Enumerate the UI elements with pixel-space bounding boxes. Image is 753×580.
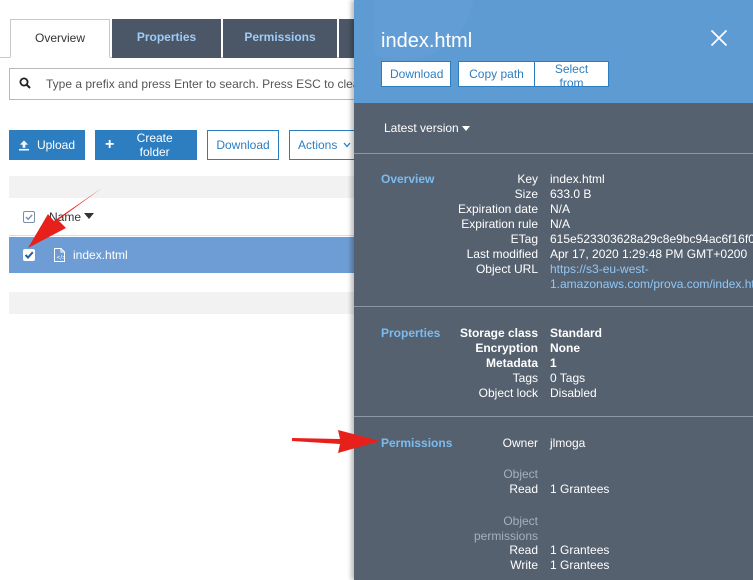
tab-properties[interactable]: Properties <box>112 19 221 58</box>
expiration-rule-label: Expiration rule <box>461 217 538 231</box>
size-label: Size <box>514 187 538 201</box>
object-read-value: 1 Grantees <box>550 482 610 496</box>
create-folder-button[interactable]: + Create folder <box>95 130 197 160</box>
owner-value: jlmoga <box>550 436 586 450</box>
etag-label: ETag <box>510 232 538 246</box>
panel-title: index.html <box>381 30 473 52</box>
key-value: index.html <box>550 172 605 186</box>
svg-text:</>: </> <box>56 255 65 261</box>
upload-icon <box>19 140 29 150</box>
version-selector[interactable]: Latest version <box>384 121 459 135</box>
object-lock-value: Disabled <box>550 386 597 400</box>
expiration-date-label: Expiration date <box>457 202 538 216</box>
plus-icon: + <box>105 136 115 153</box>
expiration-date-value: N/A <box>550 202 571 216</box>
tab-bar: Overview Properties Permissions <box>0 0 369 58</box>
divider <box>354 153 753 154</box>
tags-label: Tags <box>512 371 538 385</box>
panel-download-button[interactable]: Download <box>381 61 451 87</box>
object-details-panel: index.html Download Copy path Select fro… <box>354 0 753 580</box>
list-footer-strip <box>9 292 369 314</box>
encryption-value: None <box>550 341 580 355</box>
etag-value: 615e523303628a29c8e9bc94ac6f16f0 <box>550 232 753 246</box>
object-read-label: Read <box>509 482 538 496</box>
tab-permissions[interactable]: Permissions <box>223 19 337 58</box>
create-folder-label: Create folder <box>136 131 173 159</box>
search-input[interactable] <box>46 75 366 93</box>
storage-class-label: Storage class <box>459 326 538 340</box>
chevron-down-icon[interactable] <box>462 126 470 131</box>
owner-label: Owner <box>502 436 538 450</box>
object-url-label: Object URL <box>475 262 538 276</box>
properties-section-title[interactable]: Properties <box>381 326 440 340</box>
key-label: Key <box>517 172 538 186</box>
copy-path-button[interactable]: Copy path <box>458 61 535 87</box>
search-box <box>9 68 369 100</box>
row-checkbox[interactable] <box>23 249 35 261</box>
permissions-read-label: Read <box>509 543 538 557</box>
chevron-down-icon <box>343 142 351 148</box>
metadata-value: 1 <box>550 356 557 370</box>
divider <box>354 306 753 307</box>
divider <box>354 416 753 417</box>
permissions-write-value: 1 Grantees <box>550 558 610 572</box>
panel-header: index.html Download Copy path Select fro… <box>354 0 753 103</box>
permissions-read-value: 1 Grantees <box>550 543 610 557</box>
checkmark-icon <box>24 251 34 259</box>
tags-value: 0 Tags <box>550 371 586 385</box>
object-permissions-group-label-1: Object <box>503 514 538 528</box>
object-group-label: Object <box>503 467 538 481</box>
file-icon: </> <box>54 248 65 262</box>
file-name[interactable]: index.html <box>73 248 128 262</box>
last-modified-label: Last modified <box>466 247 538 261</box>
encryption-label: Encryption <box>475 341 538 355</box>
upload-label: Upload <box>36 138 75 152</box>
object-url-line-1[interactable]: https://s3-eu-west- <box>550 262 649 276</box>
object-url-line-2[interactable]: 1.amazonaws.com/prova.com/index.html <box>550 277 753 291</box>
expiration-rule-value: N/A <box>550 217 571 231</box>
tab-overview[interactable]: Overview <box>10 19 110 58</box>
permissions-section-title[interactable]: Permissions <box>381 436 452 450</box>
upload-button[interactable]: Upload <box>9 130 85 160</box>
object-permissions-group-label-2: permissions <box>473 529 538 543</box>
annotation-arrow-icon <box>28 188 102 248</box>
storage-class-value: Standard <box>550 326 603 340</box>
object-lock-label: Object lock <box>478 386 538 400</box>
object-url-link[interactable]: https://s3-eu-west- 1.amazonaws.com/prov… <box>550 262 753 292</box>
overview-section-title: Overview <box>381 172 435 186</box>
annotation-arrow-icon <box>292 430 380 453</box>
actions-label: Actions <box>298 138 338 152</box>
search-icon <box>19 77 31 89</box>
permissions-write-label: Write <box>510 558 538 572</box>
download-label: Download <box>216 138 270 152</box>
close-icon[interactable] <box>710 29 728 47</box>
last-modified-value: Apr 17, 2020 1:29:48 PM GMT+0200 <box>550 247 748 261</box>
select-from-button[interactable]: Select from <box>534 61 609 90</box>
size-value: 633.0 B <box>550 187 592 201</box>
metadata-label: Metadata <box>485 356 538 370</box>
download-button[interactable]: Download <box>207 130 279 160</box>
